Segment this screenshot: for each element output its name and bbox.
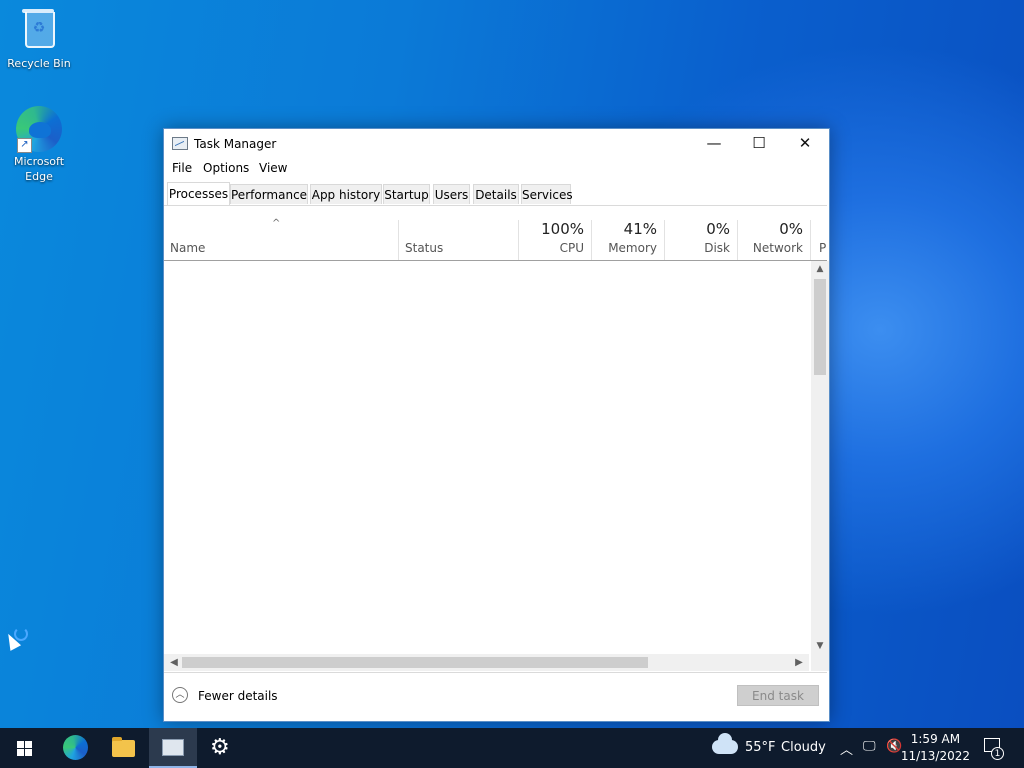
scrollbar-corner	[811, 654, 829, 671]
scroll-up-icon[interactable]: ▲	[811, 261, 829, 277]
window-title: Task Manager	[194, 137, 277, 151]
vertical-scrollbar[interactable]: ▲ ▼	[811, 261, 829, 654]
taskbar-edge[interactable]	[50, 728, 98, 768]
task-manager-window: Task Manager — ☐ ✕ File Options View Pro…	[163, 128, 830, 722]
vertical-scroll-thumb[interactable]	[814, 279, 826, 375]
start-button[interactable]	[0, 728, 48, 768]
taskbar-file-explorer[interactable]	[99, 728, 147, 768]
horizontal-scroll-thumb[interactable]	[182, 657, 648, 668]
maximize-button[interactable]: ☐	[736, 129, 782, 159]
tab-processes[interactable]: Processes	[167, 182, 230, 205]
scroll-left-icon[interactable]: ◀	[166, 654, 182, 671]
recycle-bin-icon: ♻	[15, 6, 63, 54]
tab-users[interactable]: Users	[433, 184, 470, 204]
menu-options[interactable]: Options	[203, 161, 249, 175]
cloud-icon	[712, 733, 738, 754]
close-button[interactable]: ✕	[782, 129, 828, 159]
column-header: ^ Name Status 100% CPU 41% Memory 0% Dis…	[164, 206, 827, 261]
tab-app-history[interactable]: App history	[310, 184, 382, 204]
column-memory[interactable]: 41% Memory	[591, 220, 664, 260]
task-manager-icon	[172, 137, 188, 150]
tab-strip: Processes Performance App history Startu…	[164, 182, 827, 206]
weather-temperature: 55°F	[745, 740, 776, 755]
fewer-details-link[interactable]: Fewer details	[198, 689, 278, 703]
busy-spinner-icon	[14, 627, 28, 641]
network-percent: 0%	[779, 220, 803, 238]
folder-icon	[112, 737, 135, 757]
taskbar: ⚙ 55°F Cloudy ︿ 🖵 🔇 1:59 AM 11/13/2022 1	[0, 728, 1024, 768]
scroll-down-icon[interactable]: ▼	[811, 638, 829, 654]
memory-percent: 41%	[623, 220, 657, 238]
desktop-icon-recycle-bin[interactable]: ♻ Recycle Bin	[1, 6, 77, 71]
tab-performance[interactable]: Performance	[230, 184, 308, 204]
tab-startup[interactable]: Startup	[383, 184, 430, 204]
menu-file[interactable]: File	[172, 161, 192, 175]
desktop-icon-microsoft-edge[interactable]: ↗ Microsoft Edge	[1, 104, 77, 184]
column-disk[interactable]: 0% Disk	[664, 220, 737, 260]
task-manager-icon	[162, 739, 184, 756]
tab-details[interactable]: Details	[473, 184, 519, 204]
disk-percent: 0%	[706, 220, 730, 238]
clock-date: 11/13/2022	[900, 749, 970, 763]
column-status[interactable]: Status	[398, 220, 518, 260]
desktop-icon-label: Microsoft Edge	[13, 155, 65, 183]
column-cpu[interactable]: 100% CPU	[518, 220, 591, 260]
process-list[interactable]	[164, 261, 809, 654]
edge-icon: ↗	[15, 104, 63, 153]
speaker-muted-icon[interactable]: 🔇	[886, 739, 902, 754]
column-power[interactable]: P	[810, 220, 827, 260]
shortcut-arrow-icon: ↗	[17, 138, 32, 153]
column-network[interactable]: 0% Network	[737, 220, 810, 260]
minimize-button[interactable]: —	[691, 129, 737, 159]
cpu-percent: 100%	[541, 220, 584, 238]
tab-services[interactable]: Services	[521, 184, 573, 204]
taskbar-task-manager[interactable]	[149, 728, 197, 768]
chevron-up-icon[interactable]: ︿	[172, 687, 188, 703]
window-footer: ︿ Fewer details End task	[164, 672, 827, 721]
chevron-up-icon[interactable]: ︿	[840, 739, 853, 758]
column-name[interactable]: Name	[164, 220, 399, 260]
menu-bar: File Options View	[164, 159, 829, 179]
clock[interactable]: 1:59 AM 11/13/2022	[901, 731, 970, 765]
gear-icon: ⚙	[210, 735, 230, 760]
edge-icon	[63, 735, 88, 760]
network-icon[interactable]: 🖵	[863, 739, 876, 754]
end-task-button[interactable]: End task	[737, 685, 819, 706]
horizontal-scrollbar[interactable]: ◀ ▶	[164, 654, 809, 671]
title-bar[interactable]: Task Manager — ☐ ✕	[164, 129, 829, 159]
scroll-right-icon[interactable]: ▶	[791, 654, 807, 671]
desktop-icon-label: Recycle Bin	[7, 57, 71, 70]
notification-count: 1	[991, 747, 1004, 760]
windows-logo-icon	[17, 741, 32, 756]
taskbar-settings[interactable]: ⚙	[198, 728, 246, 768]
menu-view[interactable]: View	[259, 161, 287, 175]
clock-time: 1:59 AM	[910, 732, 961, 746]
weather-condition: Cloudy	[781, 740, 826, 755]
